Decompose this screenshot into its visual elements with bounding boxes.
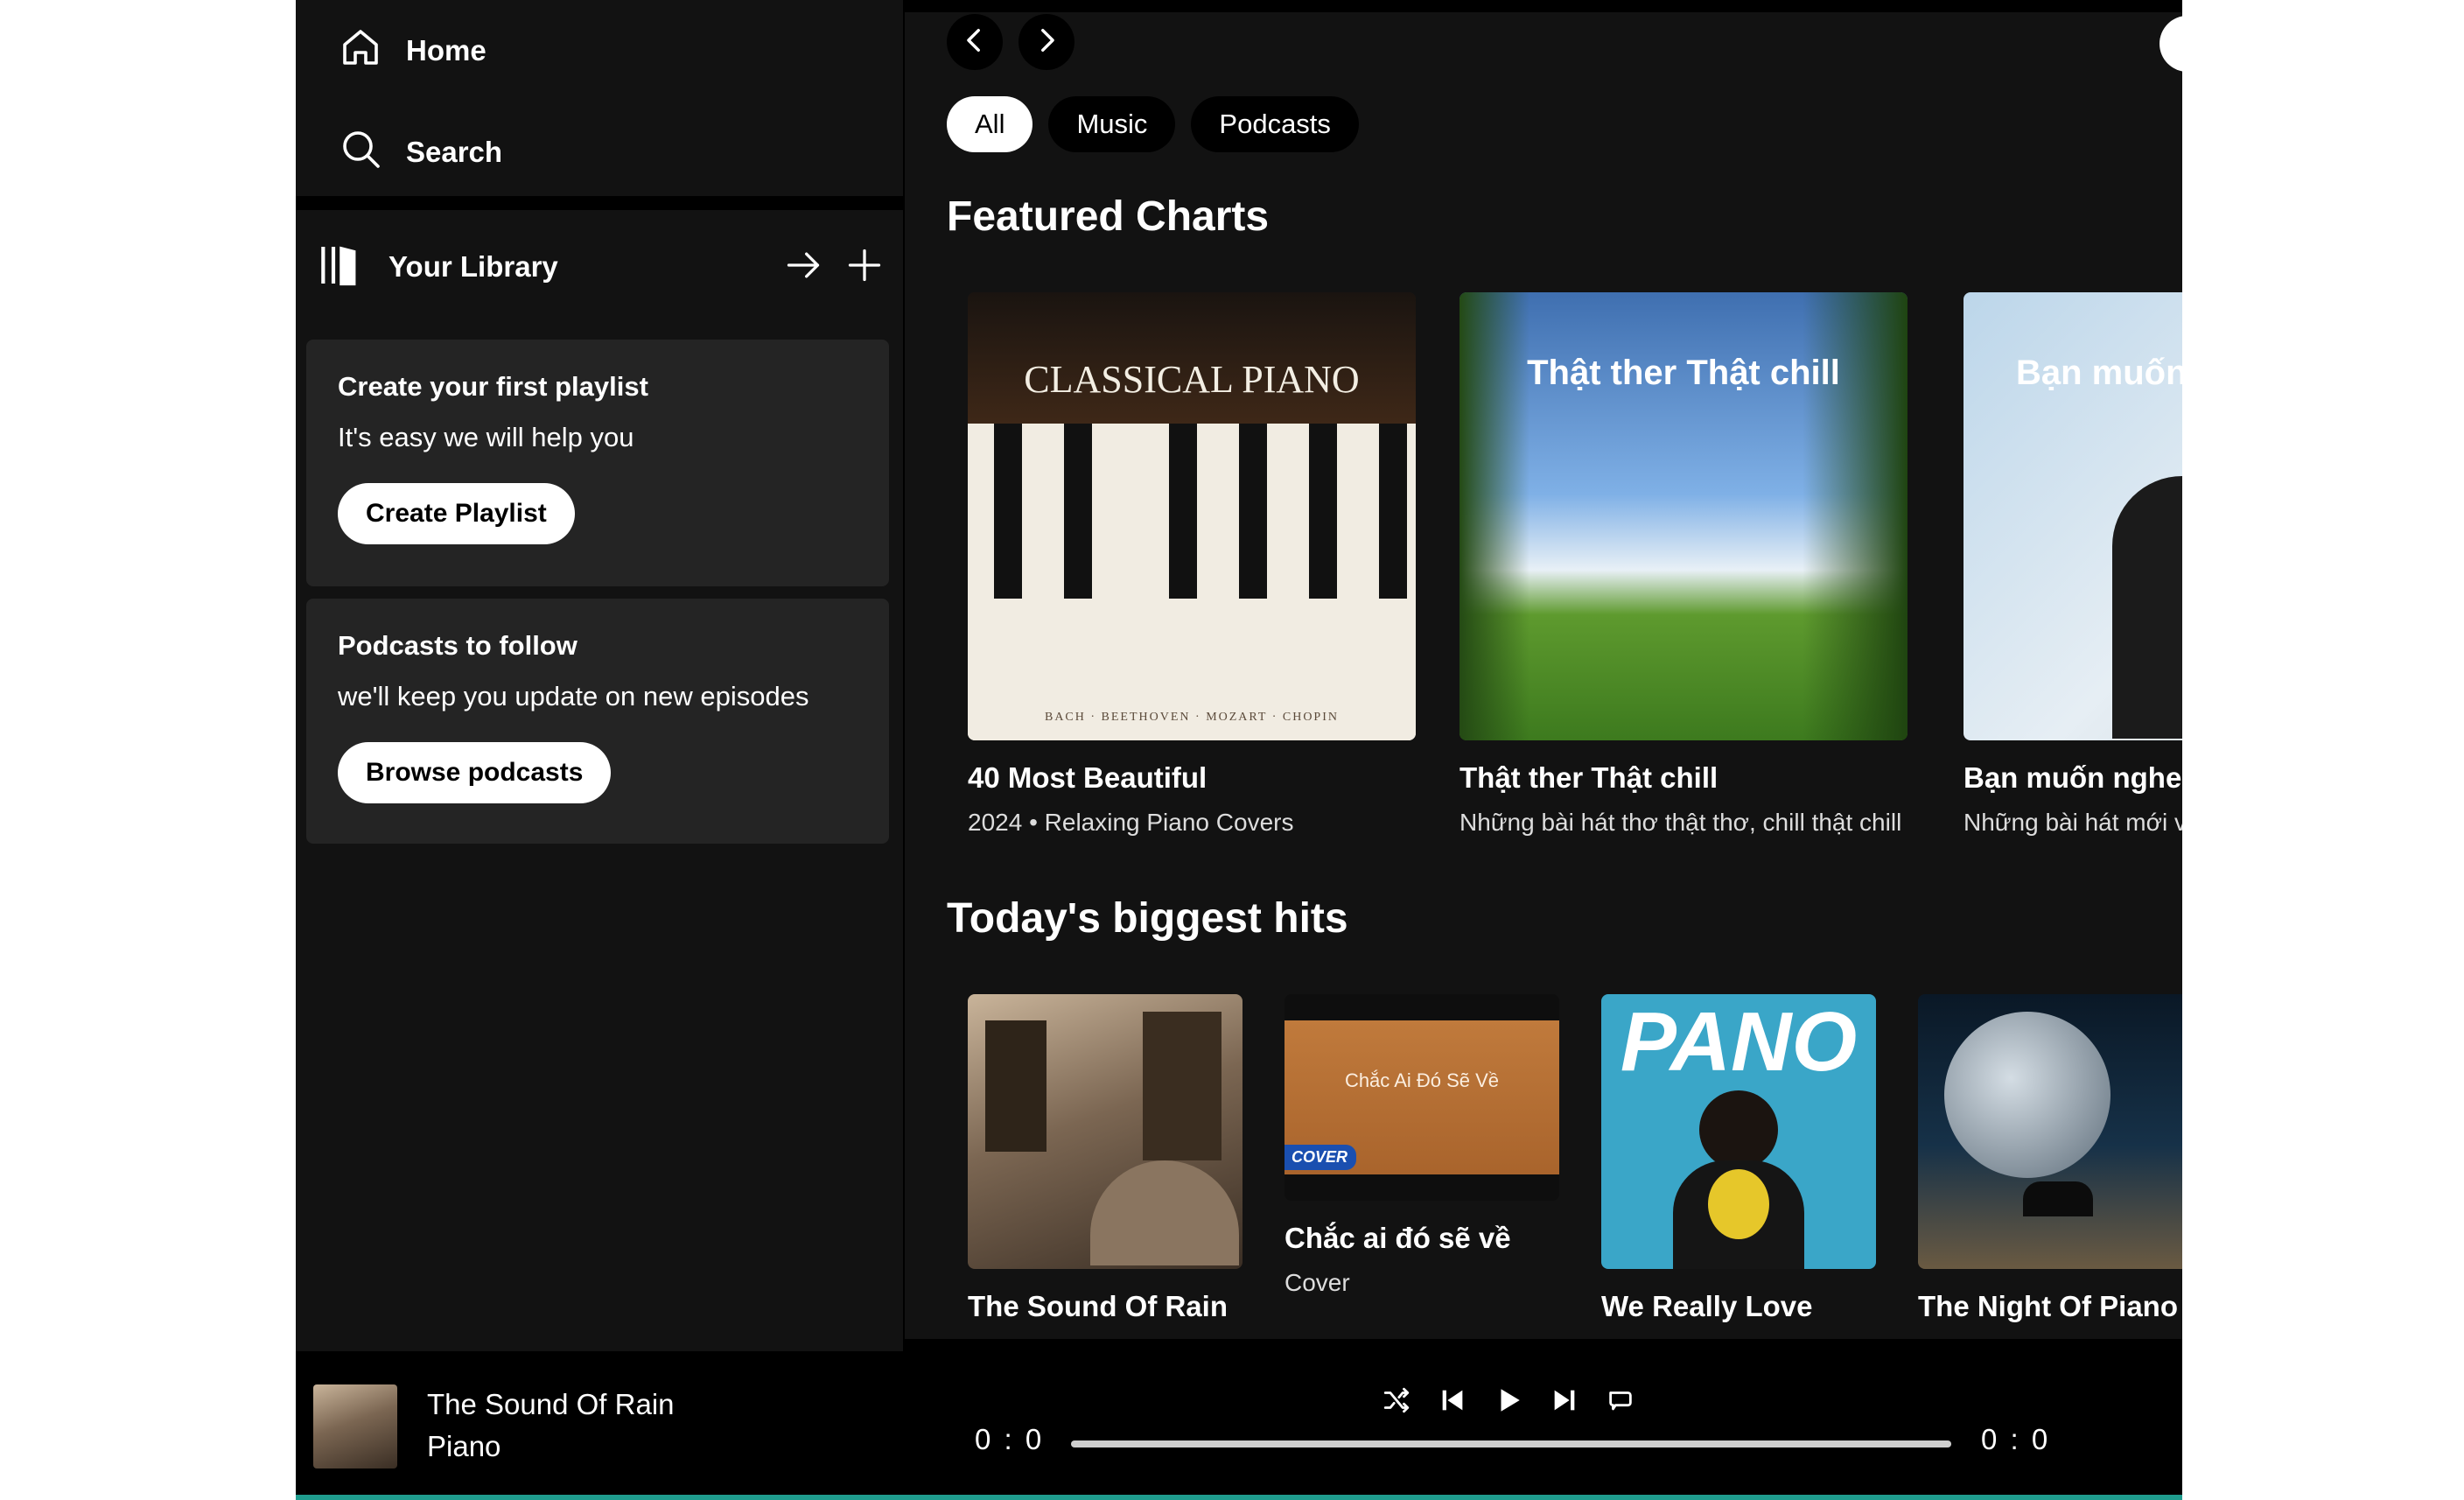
featured-card[interactable]: CLASSICAL PIANO BACH · BEETHOVEN · MOZAR… [968,292,1416,837]
featured-charts-title: Featured Charts [947,193,1270,240]
chip-all[interactable]: All [947,96,1033,152]
filter-chips: All Music Podcasts [947,96,1359,152]
podcasts-card: Podcasts to follow we'll keep you update… [306,599,889,844]
sidebar-item-home[interactable]: Home [340,26,486,75]
chip-podcasts[interactable]: Podcasts [1191,96,1359,152]
library-header: Your Library [315,236,884,298]
chevron-left-icon [960,25,990,60]
featured-card[interactable]: Thật ther Thật chill Thật ther Thật chil… [1460,292,1908,837]
sidebar-nav: Home Search [296,0,903,196]
card-title: We Really Love [1601,1290,1813,1322]
hit-card[interactable]: The Night Of Piano [1918,994,2182,1323]
card-subtitle: Cover [1284,1269,1350,1296]
card-subtitle: Những bài hát mới v [1964,809,2182,836]
time-current: 0 : 0 [975,1423,1045,1455]
shuffle-icon[interactable] [1381,1384,1412,1416]
accent-line [296,1495,2182,1500]
browse-podcasts-button[interactable]: Browse podcasts [338,742,612,803]
now-playing-artist[interactable]: Piano [427,1430,500,1463]
skip-back-icon[interactable] [1437,1384,1468,1416]
card-subtitle: Những bài hát thơ thật thơ, chill thật c… [1460,809,1902,836]
hit-card[interactable]: Chắc Ai Đó Sẽ Về COVER Chắc ai đó sẽ về … [1284,994,1559,1297]
hit-card[interactable]: The Sound Of Rain [968,994,1242,1323]
now-playing-art[interactable] [313,1384,397,1468]
cover-title-text: PANO [1620,995,1858,1089]
cover-image [968,994,1242,1269]
home-icon [340,26,382,75]
cover-image: Bạn muốn [1964,292,2182,740]
card-subtitle: we'll keep you update on new episodes [338,681,809,711]
cover-image [1918,994,2182,1269]
library-icon[interactable] [315,241,364,294]
cover-title-text: Bạn muốn [2016,354,2182,392]
cover-title-text: Thật ther Thật chill [1527,354,1840,392]
cover-image: Chắc Ai Đó Sẽ Về COVER [1284,994,1559,1201]
repeat-icon[interactable] [1605,1384,1636,1416]
avatar[interactable] [2160,16,2182,72]
cover-badge: COVER [1284,1145,1357,1170]
cover-title-text: CLASSICAL PIANO [1024,358,1360,401]
cover-footer-text: BACH · BEETHOVEN · MOZART · CHOPIN [1044,711,1339,724]
create-playlist-button[interactable]: Create Playlist [338,483,575,544]
forward-button[interactable] [1018,14,1074,70]
cover-image: PANO [1601,994,1876,1269]
card-title: The Sound Of Rain [968,1290,1228,1322]
cover-image: Thật ther Thật chill [1460,292,1908,740]
card-subtitle: 2024 • Relaxing Piano Covers [968,809,1294,836]
sidebar-item-label: Home [406,34,486,67]
card-title: Thật ther Thật chill [1460,761,1718,794]
card-title: Create your first playlist [338,371,648,402]
sidebar-item-label: Search [406,136,503,168]
player-bar: The Sound Of Rain Piano 0 : 0 0 : 0 [296,1353,2182,1500]
time-total: 0 : 0 [1981,1423,2051,1455]
back-button[interactable] [947,14,1003,70]
app-window: Home Search Your Library Create your fir… [296,0,2182,1500]
card-subtitle: It's easy we will help you [338,422,634,452]
now-playing-title[interactable]: The Sound Of Rain [427,1388,675,1421]
cover-title-text: Chắc Ai Đó Sẽ Về [1344,1069,1500,1091]
plus-icon[interactable] [845,246,884,289]
skip-forward-icon[interactable] [1549,1384,1580,1416]
card-title: Chắc ai đó sẽ về [1284,1222,1511,1254]
card-title: Podcasts to follow [338,630,578,661]
main-content: All Music Podcasts Featured Charts CLASS… [905,12,2182,1339]
play-icon[interactable] [1493,1384,1524,1416]
card-title: Bạn muốn nghe [1964,761,2182,794]
library-title[interactable]: Your Library [388,250,558,284]
chevron-right-icon [1032,25,1061,60]
cover-image: CLASSICAL PIANO BACH · BEETHOVEN · MOZAR… [968,292,1416,740]
library-panel: Your Library Create your first playlist … [296,210,903,1351]
search-icon [340,128,382,177]
biggest-hits-title: Today's biggest hits [947,895,1348,942]
playback-controls [1381,1384,1636,1416]
chip-music[interactable]: Music [1048,96,1176,152]
card-title: The Night Of Piano [1918,1290,2178,1322]
create-playlist-card: Create your first playlist It's easy we … [306,340,889,586]
card-title: 40 Most Beautiful [968,761,1208,794]
featured-card[interactable]: Bạn muốn Bạn muốn nghe Những bài hát mới… [1964,292,2182,837]
progress-bar[interactable] [1071,1440,1951,1447]
sidebar-item-search[interactable]: Search [340,128,502,177]
arrow-right-icon[interactable] [784,246,822,289]
hit-card[interactable]: PANO We Really Love [1601,994,1876,1323]
